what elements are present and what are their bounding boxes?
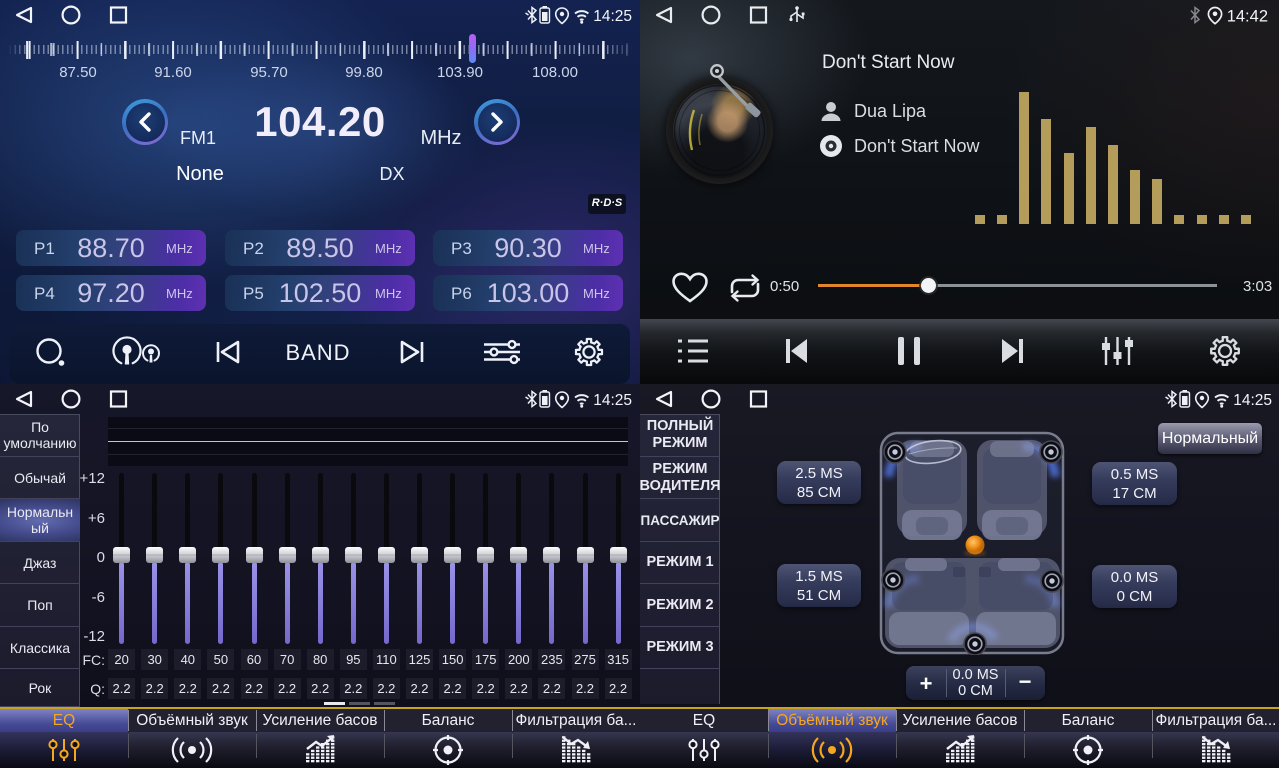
svg-text:14:42: 14:42 <box>1227 8 1268 26</box>
svg-text:BAND: BAND <box>285 340 350 365</box>
svg-text:14:25: 14:25 <box>593 392 632 409</box>
svg-text:14:25: 14:25 <box>1233 392 1272 409</box>
